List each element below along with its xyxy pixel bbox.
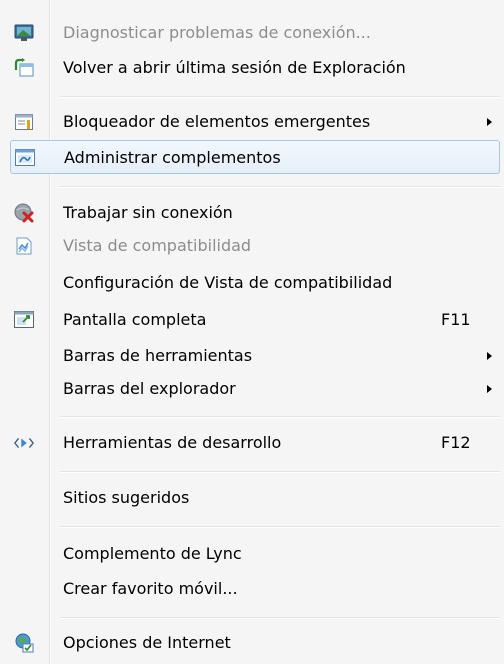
submenu-arrow-icon [487, 118, 492, 126]
menu-item-diagnose-connection[interactable]: Diagnosticar problemas de conexión... [10, 16, 500, 50]
menu-item-label: Herramientas de desarrollo [63, 433, 282, 452]
menu-item-full-screen[interactable]: Pantalla completa F11 [10, 303, 500, 337]
menu-item-label: Vista de compatibilidad [63, 236, 252, 255]
menu-separator [60, 526, 500, 528]
menu-separator [60, 617, 500, 619]
menu-item-lync-addon[interactable]: Complemento de Lync [10, 537, 500, 571]
menu-item-work-offline[interactable]: Trabajar sin conexión [10, 196, 500, 230]
menu-item-label: Sitios sugeridos [63, 488, 190, 507]
menu-item-label: Administrar complementos [64, 148, 281, 167]
menu-separator [60, 96, 500, 98]
network-diagnose-icon [14, 23, 34, 43]
menu-separator [60, 471, 500, 473]
menu-item-label: Bloqueador de elementos emergentes [63, 112, 371, 131]
shortcut-label: F11 [441, 310, 471, 329]
menu-item-label: Crear favorito móvil... [63, 579, 238, 598]
manage-addons-icon [15, 148, 35, 168]
menu-item-toolbars[interactable]: Barras de herramientas [10, 339, 500, 373]
menu-separator [60, 186, 500, 188]
popup-blocker-icon [14, 112, 34, 132]
full-screen-icon [14, 310, 34, 330]
menu-item-reopen-last-session[interactable]: Volver a abrir última sesión de Explorac… [10, 51, 500, 85]
menu-item-label: Barras del explorador [63, 379, 236, 398]
menu-item-manage-addons[interactable]: Administrar complementos [10, 140, 500, 174]
menu-item-create-mobile-favorite[interactable]: Crear favorito móvil... [10, 572, 500, 606]
compatibility-view-icon [14, 236, 34, 256]
menu-separator [60, 416, 500, 418]
menu-item-developer-tools[interactable]: Herramientas de desarrollo F12 [10, 426, 500, 460]
menu-item-popup-blocker[interactable]: Bloqueador de elementos emergentes [10, 105, 500, 139]
menu-item-label: Volver a abrir última sesión de Explorac… [63, 58, 406, 77]
menu-item-compatibility-view[interactable]: Vista de compatibilidad [10, 229, 500, 263]
menu-item-label: Configuración de Vista de compatibilidad [63, 273, 393, 292]
menu-item-compatibility-view-settings[interactable]: Configuración de Vista de compatibilidad [10, 266, 500, 300]
menu-item-internet-options[interactable]: Opciones de Internet [10, 626, 500, 660]
menu-item-label: Opciones de Internet [63, 633, 231, 652]
menu-item-label: Pantalla completa [63, 310, 207, 329]
submenu-arrow-icon [487, 352, 492, 360]
menu-item-explorer-bars[interactable]: Barras del explorador [10, 372, 500, 406]
reopen-session-icon [14, 58, 34, 78]
shortcut-label: F12 [441, 433, 471, 452]
developer-tools-icon [14, 433, 34, 453]
internet-options-icon [14, 633, 34, 653]
submenu-arrow-icon [487, 385, 492, 393]
menu-item-label: Complemento de Lync [63, 544, 242, 563]
menu-item-label: Trabajar sin conexión [63, 203, 233, 222]
menu-item-label: Diagnosticar problemas de conexión... [63, 23, 371, 42]
work-offline-icon [14, 203, 34, 223]
menu-item-label: Barras de herramientas [63, 346, 253, 365]
menu-item-suggested-sites[interactable]: Sitios sugeridos [10, 481, 500, 515]
tools-menu: Diagnosticar problemas de conexión... Vo… [0, 0, 504, 664]
